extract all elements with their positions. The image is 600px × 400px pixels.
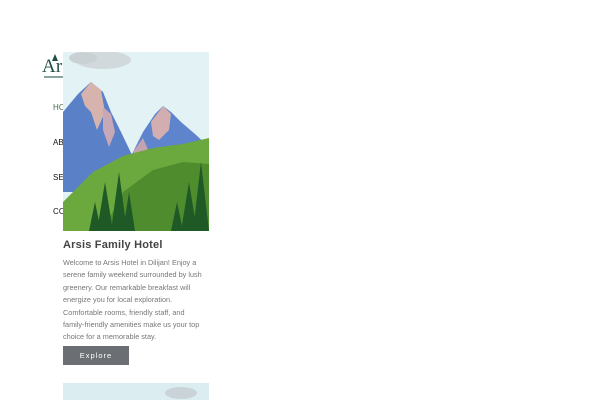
card-description: Welcome to Arsis Hotel in Dilijan! Enjoy…	[63, 258, 202, 342]
mountain-illustration	[63, 52, 209, 231]
card-title: Arsis Family Hotel	[63, 239, 163, 251]
explore-button[interactable]: Explore	[63, 346, 129, 365]
hotel-hero-image	[63, 52, 209, 231]
next-card-illustration	[63, 383, 209, 400]
next-card-image	[63, 383, 209, 400]
tree-icon	[52, 54, 58, 61]
